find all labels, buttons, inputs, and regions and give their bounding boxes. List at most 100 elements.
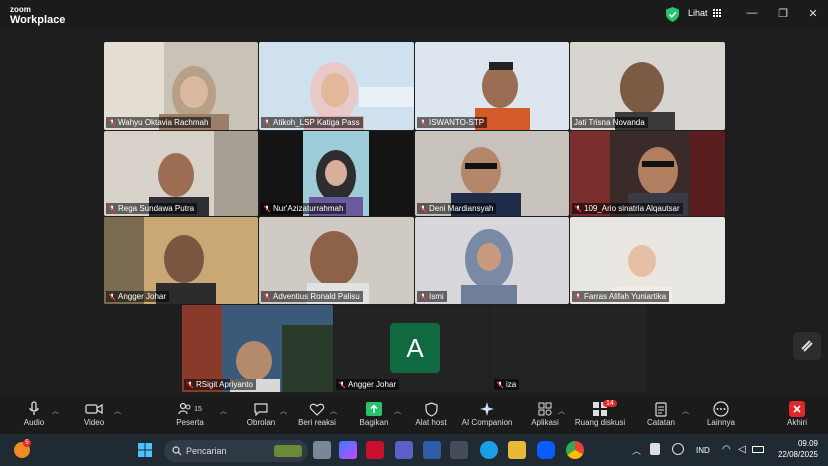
participant-name-tag: Atikoh_LSP Katiga Pass: [261, 117, 363, 128]
participant-name: Adventius Ronald Palisu: [273, 292, 360, 301]
search-icon: [172, 446, 182, 456]
participant-avatar: A: [390, 323, 440, 373]
participant-name-tag: Jati Trisna Novanda: [572, 117, 648, 128]
participant-tile[interactable]: 109_Ario sinatria Alqautsar: [570, 131, 725, 216]
clock-date: 22/08/2025: [777, 450, 818, 459]
chat-button[interactable]: Obrolan: [243, 400, 279, 427]
shield-icon[interactable]: [666, 7, 679, 22]
participant-tile-active-speaker[interactable]: Atikoh_LSP Katiga Pass: [259, 42, 414, 130]
grid-icon: [712, 9, 721, 17]
panel-icon: [801, 340, 813, 352]
reactions-options-caret[interactable]: ︿: [330, 406, 337, 416]
breakout-rooms-badge: 14: [603, 400, 617, 407]
participant-tile[interactable]: Ismi: [415, 217, 569, 304]
side-panel-toggle[interactable]: [793, 332, 821, 360]
title-bar: zoom Workplace Lihat — ❐ ✕: [0, 0, 828, 30]
participant-name-tag: Angger Johar: [336, 379, 400, 390]
store-icon[interactable]: [423, 441, 441, 459]
taskbar-search[interactable]: Pencarian: [164, 440, 308, 462]
apps-label: Aplikasi: [531, 418, 559, 427]
participant-tile[interactable]: RSigit Apriyanto: [182, 305, 333, 392]
share-options-caret[interactable]: ︿: [394, 406, 401, 416]
restore-icon[interactable]: ❐: [775, 7, 791, 20]
search-highlight-image: [274, 445, 302, 457]
camera-tray-icon[interactable]: [672, 443, 684, 455]
ai-companion-button[interactable]: AI Companion: [460, 400, 514, 427]
muted-mic-icon: [419, 293, 427, 300]
muted-mic-icon: [108, 293, 116, 300]
show-hidden-icons[interactable]: ︿: [632, 444, 641, 457]
audio-button[interactable]: Audio: [18, 400, 50, 427]
task-view-icon[interactable]: [313, 441, 331, 459]
volume-icon[interactable]: ◁: [738, 444, 746, 455]
search-placeholder: Pencarian: [186, 446, 227, 456]
notes-options-caret[interactable]: ︿: [682, 406, 689, 416]
participant-name-tag: iza: [494, 379, 520, 390]
participant-name: 109_Ario sinatria Alqautsar: [584, 204, 680, 213]
participant-name-tag: RSigit Apriyanto: [184, 379, 256, 390]
participant-tile[interactable]: Adventius Ronald Palisu: [259, 217, 414, 304]
wifi-icon[interactable]: ◠: [722, 444, 731, 455]
host-tools-label: Alat host: [415, 418, 447, 427]
participant-tile[interactable]: Wahyu Oktavia Rachmah: [104, 42, 258, 130]
teams-icon[interactable]: [395, 441, 413, 459]
participant-tile[interactable]: Jati Trisna Novanda: [570, 42, 725, 130]
muted-mic-icon: [419, 119, 427, 126]
muted-mic-icon: [338, 381, 346, 388]
apps-options-caret[interactable]: ︿: [558, 406, 565, 416]
minimize-icon[interactable]: —: [744, 7, 760, 19]
share-button[interactable]: Bagikan: [356, 400, 392, 427]
end-meeting-button[interactable]: Akhiri: [782, 400, 812, 427]
more-icon: [713, 401, 729, 417]
participant-name: Farras Alifah Yuniartika: [584, 292, 667, 301]
more-label: Lainnya: [706, 418, 736, 427]
windows-start-icon[interactable]: [138, 443, 152, 457]
close-icon[interactable]: ✕: [805, 7, 821, 20]
breakout-rooms-button[interactable]: 14 Ruang diskusi: [572, 400, 628, 427]
participant-tile[interactable]: ISWANTO-STP: [415, 42, 569, 130]
file-explorer-icon[interactable]: [508, 441, 526, 459]
zoom-taskbar-icon[interactable]: [537, 441, 555, 459]
audio-options-caret[interactable]: ︿: [52, 406, 59, 416]
participants-button[interactable]: 15 Peserta: [170, 400, 210, 427]
participant-name-tag: Deni Mardiansyah: [417, 203, 497, 214]
calculator-icon[interactable]: [450, 441, 468, 459]
participant-name: Deni Mardiansyah: [429, 204, 494, 213]
participant-name-tag: 109_Ario sinatria Alqautsar: [572, 203, 683, 214]
apps-button[interactable]: Aplikasi: [528, 400, 562, 427]
notes-button[interactable]: Catatan: [644, 400, 678, 427]
participants-options-caret[interactable]: ︿: [220, 406, 227, 416]
video-options-caret[interactable]: ︿: [114, 406, 121, 416]
notes-label: Catatan: [646, 418, 676, 427]
copilot-icon[interactable]: [339, 441, 357, 459]
participant-tile[interactable]: Angger Johar: [104, 217, 258, 304]
reactions-label: Beri reaksi: [298, 418, 336, 427]
participant-tile[interactable]: Deni Mardiansyah: [415, 131, 569, 216]
apps-icon: [538, 402, 552, 416]
video-button[interactable]: Video: [78, 400, 110, 427]
participant-name: ISWANTO-STP: [429, 118, 485, 127]
view-button[interactable]: Lihat: [688, 8, 721, 18]
language-indicator[interactable]: IND: [696, 446, 710, 455]
participant-tile[interactable]: Farras Alifah Yuniartika: [570, 217, 725, 304]
usb-icon[interactable]: [650, 443, 660, 455]
taskbar-clock[interactable]: 09.09 22/08/2025: [768, 438, 818, 460]
chrome-icon[interactable]: [566, 441, 584, 459]
participant-name: Wahyu Oktavia Rachmah: [118, 118, 209, 127]
more-button[interactable]: Lainnya: [704, 400, 738, 427]
muted-mic-icon: [108, 205, 116, 212]
muted-mic-icon: [186, 381, 194, 388]
edge-icon[interactable]: [480, 441, 498, 459]
participant-name-tag: Ismi: [417, 291, 447, 302]
ai-companion-label: AI Companion: [461, 418, 513, 427]
clock-time: 09.09: [797, 439, 818, 448]
chat-options-caret[interactable]: ︿: [280, 406, 287, 416]
battery-icon[interactable]: [752, 446, 764, 453]
chat-icon: [254, 403, 268, 416]
participant-tile[interactable]: Rega Sundawa Putra: [104, 131, 258, 216]
host-tools-button[interactable]: Alat host: [412, 400, 450, 427]
notes-icon: [655, 401, 667, 417]
participant-tile[interactable]: iza: [490, 305, 647, 392]
mcafee-icon[interactable]: [366, 441, 384, 459]
participant-tile[interactable]: Nur'Azizaturrahmah: [259, 131, 414, 216]
